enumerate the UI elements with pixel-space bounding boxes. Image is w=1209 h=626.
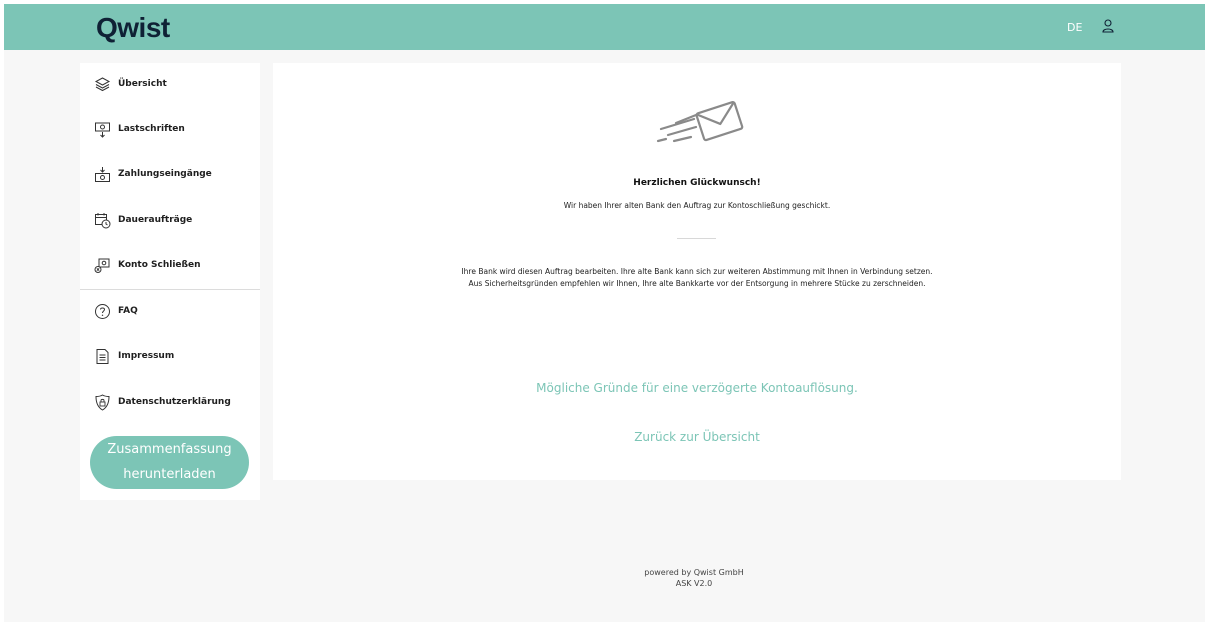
sidebar-item-label: Zahlungseingänge	[118, 169, 212, 179]
language-switcher[interactable]: DE	[1067, 21, 1082, 34]
sidebar-item-faq[interactable]: FAQ	[80, 293, 260, 329]
powered-by-text: powered by Qwist GmbH	[564, 567, 824, 578]
info-text-line: Aus Sicherheitsgründen empfehlen wir Ihn…	[273, 278, 1121, 290]
sidebar-item-zahlungseingaenge[interactable]: Zahlungseingänge	[80, 156, 260, 192]
sidebar-item-dauerauftraege[interactable]: Daueraufträge	[80, 202, 260, 238]
download-summary-button[interactable]: Zusammenfassung herunterladen	[90, 436, 249, 489]
info-text-line: Ihre Bank wird diesen Auftrag bearbeiten…	[273, 266, 1121, 278]
calendar-clock-icon	[94, 212, 111, 229]
sidebar-item-label: Impressum	[118, 351, 174, 361]
money-out-icon	[94, 121, 111, 138]
layers-icon	[94, 76, 111, 93]
version-text: ASK V2.0	[564, 578, 824, 589]
privacy-lock-icon	[94, 394, 111, 411]
sidebar-item-datenschutz[interactable]: Datenschutzerklärung	[80, 384, 260, 420]
footer: powered by Qwist GmbH ASK V2.0	[564, 567, 824, 589]
sidebar-item-label: FAQ	[118, 306, 138, 316]
sidebar-item-lastschriften[interactable]: Lastschriften	[80, 111, 260, 147]
sidebar-item-uebersicht[interactable]: Übersicht	[80, 66, 260, 102]
sidebar-item-label: Lastschriften	[118, 124, 185, 134]
success-title: Herzlichen Glückwunsch!	[273, 178, 1121, 188]
delay-reasons-link[interactable]: Mögliche Gründe für eine verzögerte Kont…	[273, 381, 1121, 395]
info-text: Ihre Bank wird diesen Auftrag bearbeiten…	[273, 266, 1121, 290]
sidebar-item-label: Übersicht	[118, 79, 167, 89]
sidebar-nav: Übersicht Lastschriften Zahlungseingänge	[80, 63, 260, 500]
user-icon[interactable]	[1102, 19, 1114, 33]
document-icon	[94, 348, 111, 365]
sidebar-item-label: Konto Schließen	[118, 260, 201, 270]
question-icon	[94, 303, 111, 320]
money-in-icon	[94, 166, 111, 183]
download-summary-button-line2: herunterladen	[90, 462, 249, 487]
download-summary-button-line1: Zusammenfassung	[90, 437, 249, 462]
divider	[677, 238, 716, 239]
page-frame: Qwist DE Übersicht Lastschriften	[4, 4, 1205, 622]
sidebar-divider	[80, 289, 260, 290]
back-to-overview-link[interactable]: Zurück zur Übersicht	[273, 430, 1121, 444]
success-subtitle: Wir haben Ihrer alten Bank den Auftrag z…	[273, 201, 1121, 210]
sidebar-item-label: Daueraufträge	[118, 215, 192, 225]
sidebar-item-konto-schliessen[interactable]: Konto Schließen	[80, 247, 260, 283]
sidebar-item-label: Datenschutzerklärung	[118, 397, 231, 407]
close-account-icon	[94, 257, 111, 274]
mail-sent-icon	[646, 93, 751, 153]
qwist-logo[interactable]: Qwist	[96, 12, 170, 44]
main-panel: Herzlichen Glückwunsch! Wir haben Ihrer …	[273, 63, 1121, 480]
sidebar-item-impressum[interactable]: Impressum	[80, 338, 260, 374]
top-bar: Qwist DE	[4, 4, 1205, 50]
